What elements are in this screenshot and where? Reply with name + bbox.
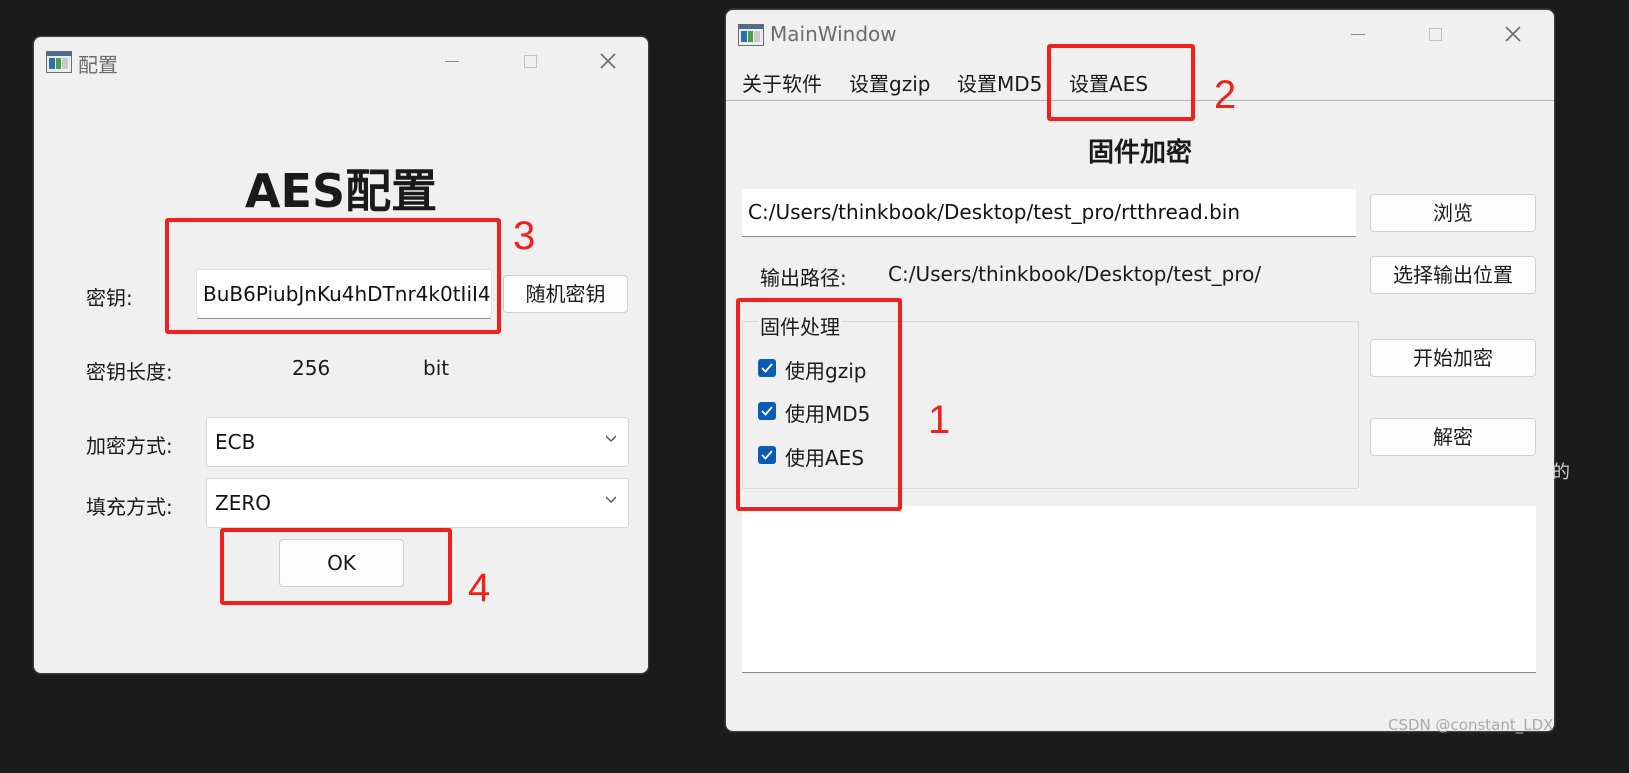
edge-text: 的 <box>1552 462 1570 483</box>
menu-item-md5[interactable]: 设置MD5 <box>957 68 1042 97</box>
chevron-down-icon <box>606 496 616 503</box>
desktop: 配置 AES配置 密钥: BuB6PiubJnKu4hDTnr4k0tIiI4v… <box>0 0 1629 773</box>
annotation-number-2: 2 <box>1214 73 1237 117</box>
mode-select-value: ECB <box>215 430 256 454</box>
watermark: CSDN @constant_LDX <box>1388 716 1554 734</box>
annotation-box-4 <box>220 528 452 605</box>
minimize-icon[interactable] <box>437 49 467 73</box>
app-icon <box>46 51 72 73</box>
annotation-box-1 <box>736 298 902 511</box>
choose-output-button[interactable]: 选择输出位置 <box>1370 256 1536 294</box>
mode-select[interactable]: ECB <box>206 417 629 467</box>
input-path-field[interactable]: C:/Users/thinkbook/Desktop/test_pro/rtth… <box>742 189 1356 237</box>
main-heading: 固件加密 <box>1087 138 1192 168</box>
annotation-box-2 <box>1047 44 1195 121</box>
close-icon[interactable] <box>1498 22 1528 46</box>
close-icon[interactable] <box>593 49 623 73</box>
output-path-value: C:/Users/thinkbook/Desktop/test_pro/ <box>888 262 1262 286</box>
menu-item-about[interactable]: 关于软件 <box>742 68 822 97</box>
maximize-icon[interactable] <box>515 49 545 73</box>
key-length-unit: bit <box>423 356 450 380</box>
browse-button[interactable]: 浏览 <box>1370 194 1536 232</box>
config-heading: AES配置 <box>244 164 438 218</box>
maximize-icon[interactable] <box>1420 22 1450 46</box>
key-label: 密钥: <box>86 286 133 310</box>
annotation-number-4: 4 <box>468 566 491 610</box>
config-titlebar[interactable]: 配置 <box>34 37 648 85</box>
minimize-icon[interactable] <box>1343 22 1373 46</box>
padding-select[interactable]: ZERO <box>206 478 629 528</box>
app-icon <box>738 24 764 46</box>
mode-label: 加密方式: <box>86 434 173 458</box>
main-window-title: MainWindow <box>770 22 897 46</box>
padding-select-value: ZERO <box>215 491 271 515</box>
chevron-down-icon <box>606 435 616 442</box>
output-path-label: 输出路径: <box>760 266 847 290</box>
log-output[interactable] <box>742 506 1536 673</box>
random-key-button[interactable]: 随机密钥 <box>503 275 628 313</box>
padding-label: 填充方式: <box>86 495 173 519</box>
config-window-title: 配置 <box>78 53 118 77</box>
annotation-box-3 <box>165 218 501 334</box>
key-length-value: 256 <box>292 356 331 380</box>
start-encrypt-button[interactable]: 开始加密 <box>1370 339 1536 377</box>
annotation-number-3: 3 <box>513 214 536 258</box>
key-length-label: 密钥长度: <box>86 360 173 384</box>
menu-item-gzip[interactable]: 设置gzip <box>849 68 930 97</box>
annotation-number-1: 1 <box>928 398 951 442</box>
decrypt-button[interactable]: 解密 <box>1370 418 1536 456</box>
